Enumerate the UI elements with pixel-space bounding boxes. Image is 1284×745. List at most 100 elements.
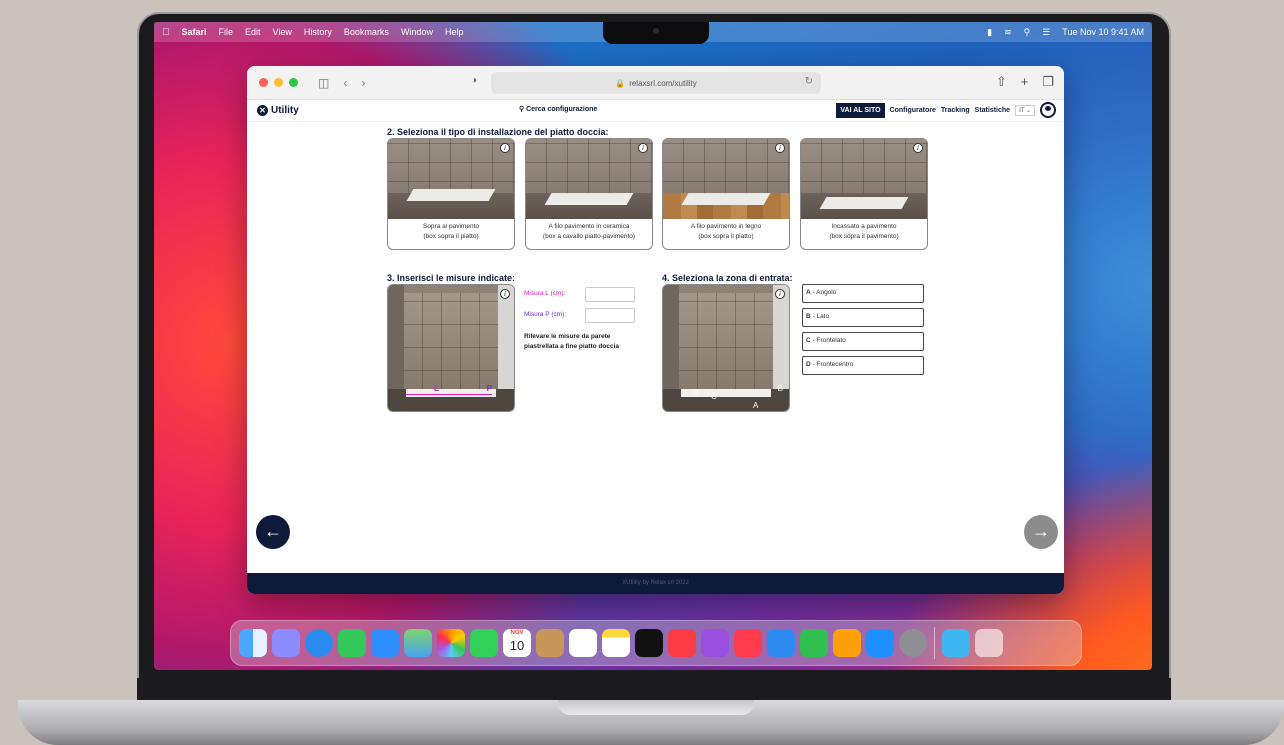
launchpad-icon[interactable] bbox=[272, 629, 300, 657]
maps-icon[interactable] bbox=[404, 629, 432, 657]
new-tab-icon[interactable]: + bbox=[1021, 74, 1029, 90]
zone-label: - Frontelato bbox=[810, 337, 846, 344]
menu-history[interactable]: History bbox=[304, 27, 332, 37]
spotlight-icon[interactable]: ⚲ bbox=[1024, 27, 1031, 38]
language-select[interactable]: IT ⌄ bbox=[1015, 104, 1035, 116]
zone-label: - Lato bbox=[810, 313, 830, 320]
trash-icon[interactable] bbox=[975, 629, 1003, 657]
zone-option-c[interactable]: C - Frontelato bbox=[802, 332, 924, 351]
music-icon[interactable] bbox=[668, 629, 696, 657]
back-arrow-button[interactable]: ← bbox=[256, 515, 290, 549]
macos-dock: NOV 10 bbox=[230, 620, 1082, 666]
reminders-icon[interactable] bbox=[569, 629, 597, 657]
installation-option-3[interactable]: i A filo pavimento in legno (box sopra il… bbox=[662, 138, 790, 250]
finder-icon[interactable] bbox=[239, 629, 267, 657]
info-icon[interactable]: i bbox=[638, 143, 648, 153]
utility-logo[interactable]: ✕ Utility bbox=[257, 105, 299, 116]
lock-icon: 🔒 bbox=[615, 78, 626, 88]
search-configuration-link[interactable]: ⚲ Cerca configurazione bbox=[519, 105, 597, 113]
search-icon: ⚲ bbox=[519, 106, 525, 113]
tab-overview-icon[interactable]: ❐ bbox=[1042, 74, 1054, 90]
control-center-icon[interactable]: ☰ bbox=[1042, 27, 1050, 38]
measure-l-line bbox=[406, 394, 492, 395]
pages-icon[interactable] bbox=[833, 629, 861, 657]
installation-option-1[interactable]: i Sopra al pavimento (box sopra il piatto… bbox=[387, 138, 515, 250]
wifi-icon[interactable]: ≋ bbox=[1004, 27, 1012, 38]
measure-l-label: L bbox=[434, 384, 439, 393]
notes-icon[interactable] bbox=[602, 629, 630, 657]
main-content: 2. Seleziona il tipo di installazione de… bbox=[247, 122, 1064, 567]
zone-option-a[interactable]: A - Angolo bbox=[802, 284, 924, 303]
zone-option-b[interactable]: B - Lato bbox=[802, 308, 924, 327]
option-label: A filo pavimento in ceramica bbox=[548, 223, 630, 230]
info-icon[interactable]: i bbox=[500, 289, 510, 299]
zone-label: - Angolo bbox=[810, 289, 837, 296]
menubar-clock[interactable]: Tue Nov 10 9:41 AM bbox=[1062, 27, 1144, 37]
numbers-icon[interactable] bbox=[800, 629, 828, 657]
forward-icon[interactable]: › bbox=[361, 76, 365, 90]
minimize-window-button[interactable] bbox=[274, 78, 283, 87]
podcasts-icon[interactable] bbox=[701, 629, 729, 657]
installation-option-4[interactable]: i Incassato a pavimento (box sopra il pav… bbox=[800, 138, 928, 250]
language-value: IT bbox=[1019, 107, 1025, 114]
menu-view[interactable]: View bbox=[273, 27, 292, 37]
info-icon[interactable]: i bbox=[913, 143, 923, 153]
next-arrow-button[interactable]: → bbox=[1024, 515, 1058, 549]
user-avatar-icon[interactable] bbox=[1040, 102, 1056, 118]
contacts-icon[interactable] bbox=[536, 629, 564, 657]
close-window-button[interactable] bbox=[259, 78, 268, 87]
facetime-icon[interactable] bbox=[470, 629, 498, 657]
downloads-icon[interactable] bbox=[942, 629, 970, 657]
laptop-hinge bbox=[137, 678, 1171, 702]
tv-icon[interactable] bbox=[635, 629, 663, 657]
installation-option-2[interactable]: i A filo pavimento in ceramica (box a cav… bbox=[525, 138, 653, 250]
misura-l-input[interactable] bbox=[585, 287, 635, 302]
info-icon[interactable]: i bbox=[775, 143, 785, 153]
sidebar-toggle-icon[interactable]: ◫ bbox=[318, 76, 329, 90]
address-bar[interactable]: 🔒 relaxsrl.com/xutility ↻ bbox=[491, 72, 821, 94]
battery-icon[interactable]: ▮ bbox=[987, 27, 992, 38]
option-sublabel: (box sopra il pavimento) bbox=[829, 233, 899, 240]
zone-option-d[interactable]: D - Frontecentro bbox=[802, 356, 924, 375]
option-sublabel: (box sopra il piatto) bbox=[698, 233, 754, 240]
share-icon[interactable]: ⇧ bbox=[996, 74, 1007, 90]
entrance-zone-photo: D C A B i bbox=[662, 284, 790, 412]
info-icon[interactable]: i bbox=[500, 143, 510, 153]
option-sublabel: (box sopra il piatto) bbox=[423, 233, 479, 240]
keynote-icon[interactable] bbox=[767, 629, 795, 657]
menu-file[interactable]: File bbox=[219, 27, 234, 37]
mail-icon[interactable] bbox=[371, 629, 399, 657]
zoom-window-button[interactable] bbox=[289, 78, 298, 87]
safari-icon[interactable] bbox=[305, 629, 333, 657]
info-icon[interactable]: i bbox=[775, 289, 785, 299]
news-icon[interactable] bbox=[734, 629, 762, 657]
back-icon[interactable]: ‹ bbox=[343, 76, 347, 90]
menu-bookmarks[interactable]: Bookmarks bbox=[344, 27, 389, 37]
menu-window[interactable]: Window bbox=[401, 27, 433, 37]
misura-p-input[interactable] bbox=[585, 308, 635, 323]
settings-icon[interactable] bbox=[899, 629, 927, 657]
nav-statistiche[interactable]: Statistiche bbox=[975, 107, 1010, 114]
appstore-icon[interactable] bbox=[866, 629, 894, 657]
calendar-day: 10 bbox=[509, 638, 525, 653]
search-label: Cerca configurazione bbox=[526, 106, 598, 113]
zone-a-marker: A bbox=[753, 401, 759, 410]
menu-help[interactable]: Help bbox=[445, 27, 464, 37]
nav-tracking[interactable]: Tracking bbox=[941, 107, 970, 114]
section-3-title: 3. Inserisci le misure indicate: bbox=[387, 273, 516, 283]
messages-icon[interactable] bbox=[338, 629, 366, 657]
menu-app-name[interactable]: Safari bbox=[182, 27, 207, 37]
installation-photo: i bbox=[388, 139, 514, 219]
dock-separator bbox=[934, 627, 935, 659]
vai-al-sito-button[interactable]: VAI AL SITO bbox=[836, 102, 885, 118]
section-2-title: 2. Seleziona il tipo di installazione de… bbox=[387, 127, 609, 137]
privacy-shield-icon[interactable]: ◑ bbox=[471, 75, 477, 86]
reload-icon[interactable]: ↻ bbox=[805, 76, 813, 87]
nav-configuratore[interactable]: Configuratore bbox=[890, 107, 936, 114]
calendar-icon[interactable]: NOV 10 bbox=[503, 629, 531, 657]
apple-menu-icon[interactable]:  bbox=[162, 27, 170, 38]
photos-icon[interactable] bbox=[437, 629, 465, 657]
option-sublabel: (box a cavallo piatto-pavimento) bbox=[542, 233, 636, 240]
installation-photo: i bbox=[526, 139, 652, 219]
menu-edit[interactable]: Edit bbox=[245, 27, 261, 37]
